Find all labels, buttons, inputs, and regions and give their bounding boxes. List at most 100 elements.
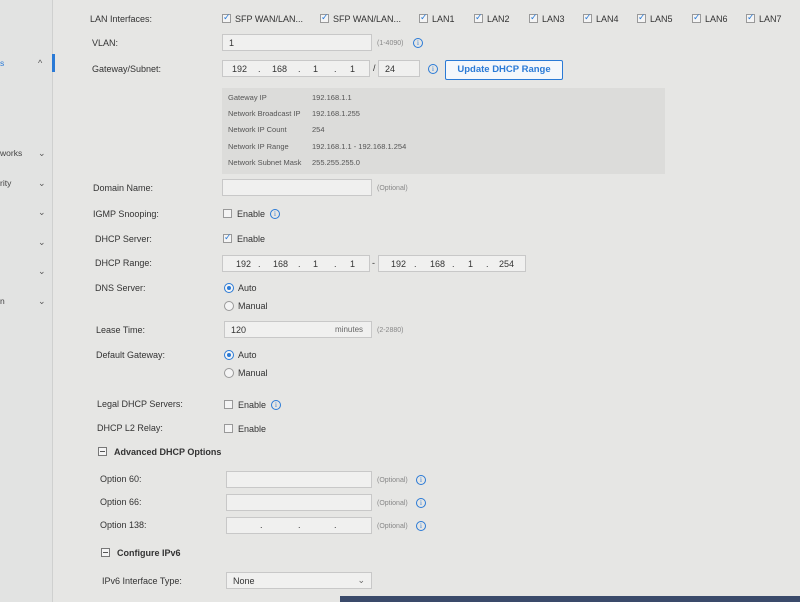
collapse-icon[interactable]	[98, 447, 107, 456]
chevron-up-icon: ^	[38, 58, 43, 68]
ip-separator: .	[334, 64, 337, 74]
sidebar-item[interactable]: ⌄	[0, 233, 52, 251]
info-key: Network IP Count	[228, 125, 287, 134]
lease-time-unit: minutes	[335, 325, 364, 334]
chevron-down-icon: ⌄	[38, 206, 46, 217]
ip-octet: 1	[313, 259, 319, 269]
info-value: 192.168.1.1	[312, 93, 352, 102]
collapse-icon[interactable]	[101, 548, 110, 557]
lan-checkbox-label: LAN5	[650, 14, 673, 24]
sidebar-item-label: works	[0, 148, 23, 158]
radio-label: Auto	[238, 283, 257, 293]
lan-checkbox-sfp2[interactable]	[320, 12, 329, 23]
info-icon[interactable]: i	[416, 475, 426, 485]
lan-checkbox-lan1[interactable]	[419, 12, 428, 23]
gateway-manual-radio[interactable]	[224, 368, 234, 378]
legal-dhcp-servers-label: Legal DHCP Servers:	[97, 399, 183, 409]
option-138-label: Option 138:	[100, 520, 147, 530]
info-value: 192.168.1.1 - 192.168.1.254	[312, 142, 407, 151]
ip-octet: 168	[273, 259, 289, 269]
ip-separator: .	[414, 259, 417, 269]
checkbox-label: Enable	[238, 400, 267, 410]
domain-name-label: Domain Name:	[93, 183, 154, 193]
advanced-dhcp-options-title[interactable]: Advanced DHCP Options	[114, 447, 221, 457]
ip-octet: 1	[350, 259, 356, 269]
chevron-down-icon: ⌄	[38, 236, 46, 247]
info-value: 255.255.255.0	[312, 158, 360, 167]
info-icon[interactable]: i	[270, 209, 280, 219]
chevron-down-icon: ⌄	[38, 265, 46, 276]
chevron-down-icon: ⌄	[357, 575, 365, 585]
info-key: Network Subnet Mask	[228, 158, 302, 167]
option-66-label: Option 66:	[100, 497, 142, 507]
ipv6-interface-type-select[interactable]: None ⌄	[226, 572, 372, 589]
lan-checkbox-label: LAN6	[705, 14, 728, 24]
dhcp-server-checkbox[interactable]	[223, 232, 232, 243]
configure-ipv6-title[interactable]: Configure IPv6	[117, 548, 181, 558]
lan-checkbox-lan5[interactable]	[637, 12, 646, 23]
dns-auto-radio[interactable]	[224, 283, 234, 293]
radio-label: Manual	[238, 301, 268, 311]
option-60-label: Option 60:	[100, 474, 142, 484]
info-icon[interactable]: i	[416, 498, 426, 508]
info-key: Gateway IP	[228, 93, 267, 102]
dhcp-l2-relay-checkbox[interactable]	[224, 424, 233, 433]
ip-separator: .	[334, 259, 337, 269]
checkbox-label: Enable	[237, 234, 266, 244]
ip-separator: .	[452, 259, 455, 269]
sidebar-item[interactable]: n ⌄	[0, 292, 52, 310]
info-value: 254	[312, 125, 325, 134]
sidebar-item[interactable]: ⌄	[0, 262, 52, 280]
chevron-down-icon: ⌄	[38, 295, 46, 306]
range-separator: -	[372, 258, 375, 268]
default-gateway-label: Default Gateway:	[96, 350, 166, 360]
igmp-snooping-checkbox[interactable]	[223, 209, 232, 218]
info-icon[interactable]: i	[413, 38, 423, 48]
radio-label: Auto	[238, 350, 257, 360]
lan-interfaces-label: LAN Interfaces:	[90, 14, 153, 24]
optional-hint: (Optional)	[377, 523, 408, 530]
gateway-ip-octet: 192	[232, 64, 248, 74]
dns-manual-radio[interactable]	[224, 301, 234, 311]
sidebar-item[interactable]: ⌄	[0, 203, 52, 221]
sidebar-item-active[interactable]: s ^	[0, 54, 55, 72]
sidebar-item-security[interactable]: rity ⌄	[0, 174, 52, 192]
lan-checkbox-lan4[interactable]	[583, 12, 592, 23]
info-icon[interactable]: i	[271, 400, 281, 410]
option-66-input[interactable]	[226, 494, 372, 511]
info-icon[interactable]: i	[416, 521, 426, 531]
lan-checkbox-lan3[interactable]	[529, 12, 538, 23]
lan-checkbox-lan7[interactable]	[746, 12, 755, 23]
ip-separator: .	[298, 64, 301, 74]
vlan-input[interactable]: 1	[222, 34, 372, 51]
subnet-mask-input[interactable]: 24	[378, 60, 420, 77]
gateway-ip-octet: 1	[350, 64, 356, 74]
domain-name-input[interactable]	[222, 179, 372, 196]
ip-octet: 192	[391, 259, 407, 269]
update-dhcp-range-button[interactable]: Update DHCP Range	[445, 60, 563, 80]
lan-checkbox-lan2[interactable]	[474, 12, 483, 23]
lan-checkbox-label: SFP WAN/LAN...	[235, 14, 304, 24]
gateway-auto-radio[interactable]	[224, 350, 234, 360]
vlan-label: VLAN:	[92, 38, 119, 48]
ip-separator: .	[258, 64, 261, 74]
sidebar-item-networks[interactable]: works ⌄	[0, 144, 52, 162]
info-key: Network IP Range	[228, 142, 289, 151]
lan-checkbox-sfp1[interactable]	[222, 12, 231, 23]
lan-checkbox-label: LAN2	[487, 14, 510, 24]
lan-checkbox-label: SFP WAN/LAN...	[333, 14, 402, 24]
sidebar-item-label: s	[0, 58, 5, 68]
ip-separator: .	[260, 520, 263, 530]
igmp-snooping-label: IGMP Snooping:	[93, 209, 159, 219]
legal-dhcp-checkbox[interactable]	[224, 400, 233, 409]
option-60-input[interactable]	[226, 471, 372, 488]
gateway-subnet-label: Gateway/Subnet:	[92, 64, 162, 74]
dns-server-label: DNS Server:	[95, 283, 146, 293]
dhcp-l2-relay-label: DHCP L2 Relay:	[97, 423, 163, 433]
ip-octet: 192	[236, 259, 252, 269]
ip-separator: .	[298, 259, 301, 269]
dhcp-server-label: DHCP Server:	[95, 234, 152, 244]
lan-checkbox-lan6[interactable]	[692, 12, 701, 23]
taskbar-fragment	[340, 596, 800, 602]
info-icon[interactable]: i	[428, 64, 438, 74]
